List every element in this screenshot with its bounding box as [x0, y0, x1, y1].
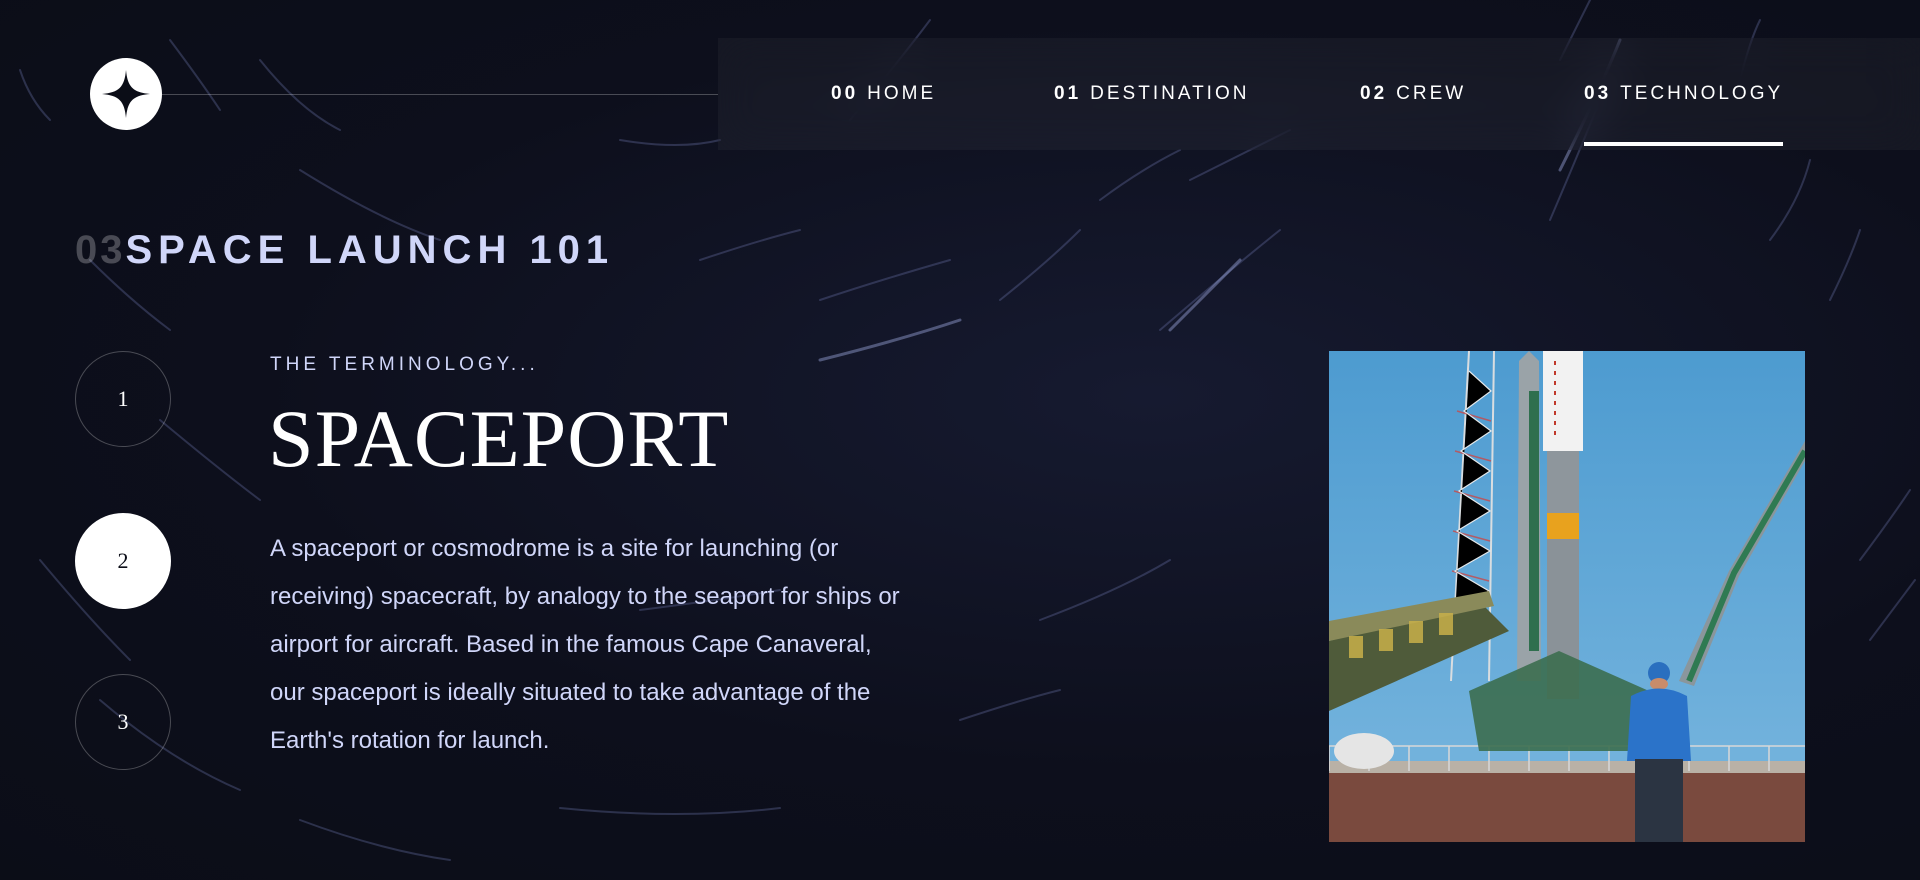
- nav-item-number: 03: [1584, 83, 1612, 104]
- page-heading-number: 03: [75, 228, 126, 272]
- header-divider: [162, 94, 718, 95]
- logo[interactable]: [90, 58, 162, 130]
- technology-description: A spaceport or cosmodrome is a site for …: [270, 535, 900, 754]
- nav-item-technology[interactable]: 03 TECHNOLOGY: [1584, 38, 1784, 150]
- terminology-label: THE TERMINOLOGY...: [270, 354, 539, 375]
- nav-item-number: 02: [1360, 83, 1388, 104]
- nav-item-number: 01: [1054, 83, 1082, 104]
- step-button-2[interactable]: 2: [75, 513, 171, 609]
- nav-item-label: HOME: [867, 83, 937, 104]
- nav-item-destination[interactable]: 01 DESTINATION: [1054, 38, 1249, 150]
- technology-title: SPACEPORT: [268, 393, 730, 484]
- main-nav: 00 HOME 01 DESTINATION 02 CREW 03 TECHNO…: [718, 38, 1920, 150]
- star-icon: [102, 70, 150, 118]
- step-button-1[interactable]: 1: [75, 351, 171, 447]
- spaceport-image: [1329, 351, 1805, 842]
- nav-item-home[interactable]: 00 HOME: [831, 38, 936, 150]
- nav-item-label: TECHNOLOGY: [1620, 83, 1784, 104]
- step-button-3[interactable]: 3: [75, 674, 171, 770]
- nav-item-label: DESTINATION: [1090, 83, 1250, 104]
- nav-item-crew[interactable]: 02 CREW: [1360, 38, 1466, 150]
- page-heading: 03SPACE LAUNCH 101: [75, 228, 614, 273]
- page-heading-text: SPACE LAUNCH 101: [125, 228, 615, 272]
- nav-item-number: 00: [831, 83, 859, 104]
- nav-item-label: CREW: [1396, 83, 1467, 104]
